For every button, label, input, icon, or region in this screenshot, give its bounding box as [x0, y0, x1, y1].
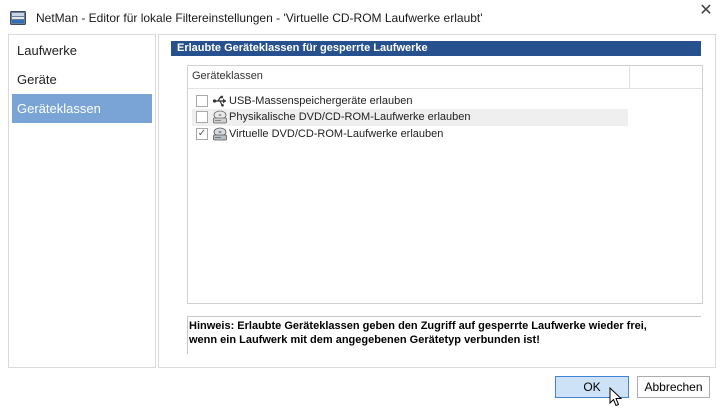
physical-cd-checkbox[interactable] [196, 111, 208, 123]
virtual-cd-checkbox[interactable]: ✓ [196, 128, 208, 140]
grid-row-usb[interactable]: USB-Massenspeichergeräte erlauben [192, 93, 628, 110]
virtual-cd-row-label: Virtuelle DVD/CD-ROM-Laufwerke erlauben [229, 128, 444, 140]
sidebar-item-geraeteklassen[interactable]: Geräteklassen [12, 94, 152, 123]
usb-checkbox[interactable] [196, 95, 208, 107]
sidebar: Laufwerke Geräte Geräteklassen [8, 34, 156, 368]
title-bar: NetMan - Editor für lokale Filtereinstel… [0, 0, 722, 36]
grid-row-physical-cd[interactable]: Physikalische DVD/CD-ROM-Laufwerke erlau… [192, 109, 628, 126]
cd-drive-icon [213, 110, 227, 124]
hint-line-2: wenn ein Laufwerk mit dem angegebenen Ge… [189, 334, 540, 346]
sidebar-item-laufwerke[interactable]: Laufwerke [12, 36, 152, 65]
column-header-geraeteklassen[interactable]: Geräteklassen [192, 70, 263, 82]
physical-cd-row-label: Physikalische DVD/CD-ROM-Laufwerke erlau… [229, 111, 471, 123]
usb-icon [212, 95, 226, 107]
hint-text: Hinweis: Erlaubte Geräteklassen geben de… [187, 316, 701, 354]
window-title: NetMan - Editor für lokale Filtereinstel… [36, 11, 483, 25]
usb-row-label: USB-Massenspeichergeräte erlauben [229, 95, 413, 107]
grid-row-virtual-cd[interactable]: ✓ Virtuelle DVD/CD-ROM-Laufwerke erlaube… [192, 126, 628, 143]
section-header: Erlaubte Geräteklassen für gesperrte Lau… [171, 41, 701, 56]
netman-app-icon [10, 11, 26, 25]
column-divider[interactable] [629, 66, 630, 88]
cancel-button[interactable]: Abbrechen [637, 376, 710, 398]
sidebar-item-geraete[interactable]: Geräte [12, 65, 152, 94]
grid-header: Geräteklassen [188, 66, 702, 89]
close-icon[interactable]: ✕ [690, 0, 722, 22]
virtual-cd-drive-icon [213, 127, 227, 141]
device-class-grid: Geräteklassen USB-Massenspeichergeräte e… [187, 65, 703, 304]
main-panel: Erlaubte Geräteklassen für gesperrte Lau… [158, 34, 716, 368]
mouse-cursor-icon [609, 387, 623, 407]
hint-line-1: Hinweis: Erlaubte Geräteklassen geben de… [189, 320, 647, 332]
